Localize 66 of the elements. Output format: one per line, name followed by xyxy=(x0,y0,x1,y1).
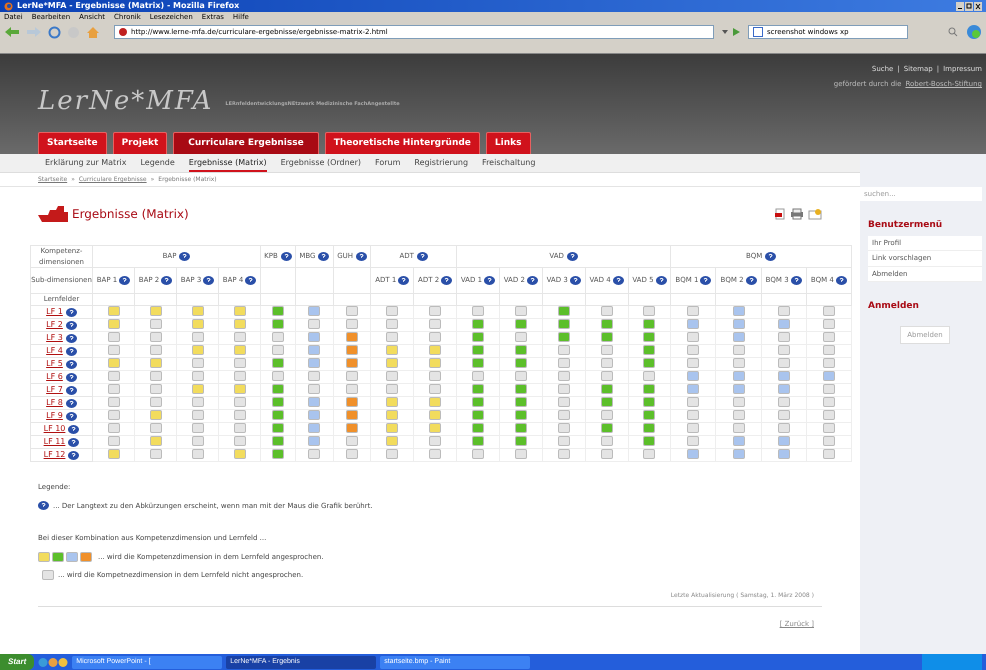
help-icon xyxy=(441,276,452,285)
help-icon xyxy=(245,276,256,285)
subnav-link[interactable]: Ergebnisse (Ordner) xyxy=(280,154,361,172)
help-icon xyxy=(790,276,802,285)
help-icon xyxy=(612,276,624,285)
help-icon xyxy=(836,276,847,285)
help-icon xyxy=(68,438,80,446)
help-icon xyxy=(566,252,578,261)
help-icon xyxy=(746,276,757,285)
help-icon xyxy=(484,276,496,285)
throbber-icon xyxy=(966,24,982,40)
help-icon xyxy=(318,252,330,261)
sidebar-title: Benutzermenü xyxy=(868,219,944,232)
help-icon xyxy=(66,412,77,420)
help-icon xyxy=(203,276,214,285)
system-tray xyxy=(922,654,982,670)
window-controls-icon[interactable] xyxy=(956,2,982,10)
help-icon xyxy=(280,252,292,261)
help-icon xyxy=(66,346,77,356)
back-icon[interactable] xyxy=(4,26,20,38)
help-icon xyxy=(66,320,77,330)
help-icon xyxy=(66,360,77,368)
help-icon xyxy=(66,398,77,408)
help-icon xyxy=(66,372,77,382)
print-icon[interactable] xyxy=(790,208,804,220)
help-icon xyxy=(656,276,667,285)
help-icon xyxy=(68,450,80,460)
subnav-link[interactable]: Freischaltung xyxy=(482,154,536,172)
help-icon xyxy=(526,276,538,285)
site-logo[interactable]: LerNe*MFA xyxy=(38,88,214,114)
subnav-link[interactable]: Erklärung zur Matrix xyxy=(45,154,126,172)
help-icon xyxy=(416,252,428,261)
help-icon xyxy=(66,308,77,316)
page-title: Ergebnisse (Matrix) xyxy=(72,206,189,223)
help-icon xyxy=(66,386,77,394)
help-icon xyxy=(68,424,80,434)
nav-tab[interactable]: Projekt xyxy=(112,132,168,154)
quick-launch-icon[interactable] xyxy=(38,656,68,668)
nav-tab[interactable]: Curriculare Ergebnisse xyxy=(173,132,319,154)
help-icon xyxy=(38,501,49,510)
help-icon xyxy=(66,334,77,342)
help-icon xyxy=(179,252,190,261)
help-icon xyxy=(765,252,776,261)
help-icon xyxy=(119,276,130,285)
help-icon xyxy=(398,276,410,285)
subnav-link[interactable]: Registrierung xyxy=(414,154,468,172)
subnav-link[interactable]: Forum xyxy=(375,154,400,172)
nav-tab[interactable]: Theoretische Hintergründe xyxy=(324,132,480,154)
subnav-link[interactable]: Ergebnisse (Matrix) xyxy=(188,154,267,172)
window-title: LerNe*MFA - Ergebnisse (Matrix) - Mozilla Firefox xyxy=(17,2,240,10)
email-icon[interactable] xyxy=(808,208,822,220)
nav-tab[interactable]: Startseite xyxy=(38,132,107,154)
go-icon[interactable] xyxy=(720,26,742,38)
help-icon xyxy=(700,276,712,285)
firefox-icon xyxy=(4,2,13,10)
search-icon[interactable] xyxy=(946,26,960,38)
subnav-link[interactable]: Legende xyxy=(140,154,175,172)
start-button[interactable]: Start xyxy=(0,654,34,670)
nav-tab[interactable]: Links xyxy=(486,132,530,154)
sidebar-title: Anmelden xyxy=(868,300,920,313)
help-icon xyxy=(356,252,368,261)
reload-icon[interactable] xyxy=(48,26,61,38)
puzzle-icon xyxy=(38,206,68,222)
pdf-icon[interactable] xyxy=(774,208,786,220)
help-icon xyxy=(161,276,172,285)
help-icon xyxy=(570,276,581,285)
